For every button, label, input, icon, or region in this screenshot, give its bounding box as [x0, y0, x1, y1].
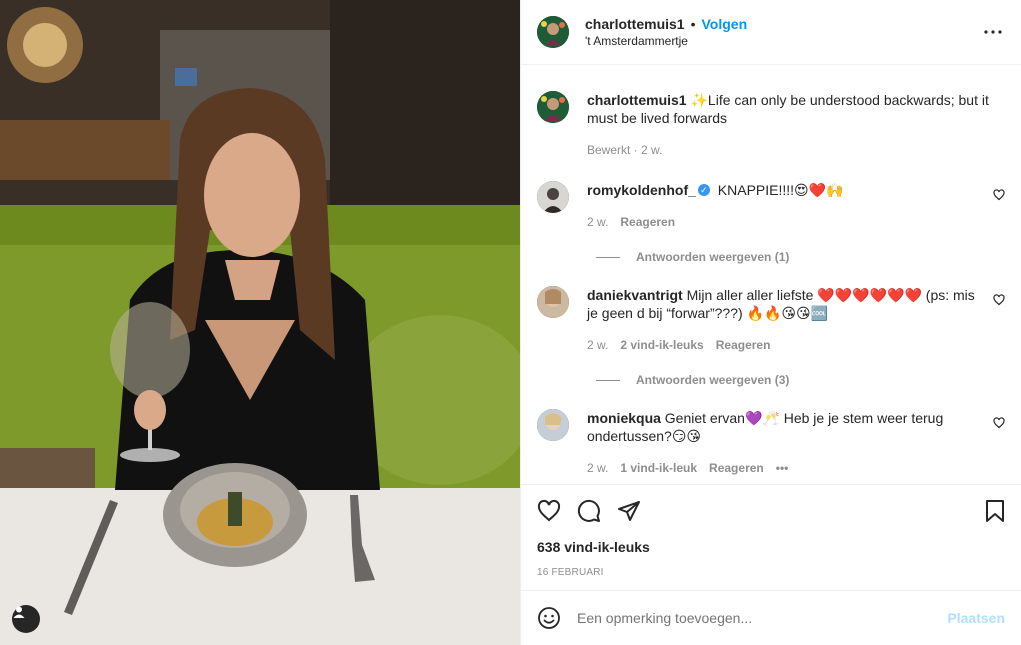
- comment-input[interactable]: [577, 610, 948, 626]
- caption: charlottemuis1 ✨Life can only be underst…: [537, 91, 1005, 159]
- comment-item: moniekqua Geniet ervan💜🥂 Heb je je stem …: [537, 409, 1005, 477]
- comment-text: KNAPPIE!!!!😍❤️🙌: [717, 182, 844, 198]
- comment-time[interactable]: 2 w.: [587, 336, 608, 354]
- comment-icon[interactable]: [577, 491, 617, 531]
- caption-meta: Bewerkt · 2 w.: [587, 143, 663, 157]
- comment-username[interactable]: daniekvantrigt: [587, 287, 683, 303]
- post-header: charlottemuis1 • Volgen 't Amsterdammert…: [521, 0, 1021, 65]
- location-link[interactable]: 't Amsterdammertje: [585, 34, 981, 48]
- view-replies-label: Antwoorden weergeven (3): [636, 373, 790, 387]
- view-replies-label: Antwoorden weergeven (1): [636, 250, 790, 264]
- caption-username[interactable]: charlottemuis1: [587, 92, 687, 108]
- bookmark-icon[interactable]: [965, 491, 1005, 531]
- author-avatar[interactable]: [537, 16, 569, 48]
- comment-time[interactable]: 2 w.: [587, 459, 608, 477]
- view-replies-button[interactable]: Antwoorden weergeven (3): [596, 373, 1005, 387]
- post-actions: 638 vind-ik-leuks 16 FEBRUARI: [521, 484, 1021, 578]
- post-photo[interactable]: [0, 0, 520, 645]
- follow-button[interactable]: Volgen: [702, 16, 748, 32]
- comment-item: romykoldenhof_ ✓ KNAPPIE!!!!😍❤️🙌 2 w. Rea…: [537, 181, 1005, 231]
- heart-icon[interactable]: [537, 491, 577, 531]
- paper-plane-icon[interactable]: [617, 491, 657, 531]
- author-avatar[interactable]: [537, 91, 569, 123]
- comment-likes[interactable]: 1 vind-ik-leuk: [620, 459, 697, 477]
- more-icon[interactable]: [981, 20, 1005, 44]
- likes-count[interactable]: 638 vind-ik-leuks: [537, 539, 1005, 555]
- commenter-avatar[interactable]: [537, 286, 569, 318]
- verified-badge-icon: ✓: [697, 184, 710, 197]
- replies-divider: [596, 256, 620, 258]
- user-tag-icon[interactable]: [12, 605, 40, 633]
- comment-item: daniekvantrigt Mijn aller aller liefste …: [537, 286, 1005, 354]
- post-image: [0, 0, 520, 645]
- emoji-icon[interactable]: [537, 606, 561, 630]
- comments-list[interactable]: charlottemuis1 ✨Life can only be underst…: [521, 66, 1021, 483]
- replies-divider: [596, 379, 620, 381]
- commenter-avatar[interactable]: [537, 181, 569, 213]
- comment-likes[interactable]: 2 vind-ik-leuks: [620, 336, 703, 354]
- reply-button[interactable]: Reageren: [709, 459, 764, 477]
- author-username[interactable]: charlottemuis1: [585, 16, 685, 32]
- commenter-avatar[interactable]: [537, 409, 569, 441]
- post-comment-button[interactable]: Plaatsen: [947, 610, 1005, 626]
- reply-button[interactable]: Reageren: [620, 213, 675, 231]
- comment-more-icon[interactable]: •••: [776, 459, 789, 477]
- post-date[interactable]: 16 FEBRUARI: [537, 567, 1005, 578]
- comment-like-icon[interactable]: [993, 294, 1005, 306]
- comment-like-icon[interactable]: [993, 189, 1005, 201]
- reply-button[interactable]: Reageren: [716, 336, 771, 354]
- post-panel: charlottemuis1 • Volgen 't Amsterdammert…: [520, 0, 1021, 645]
- comment-username[interactable]: moniekqua: [587, 410, 661, 426]
- separator-dot: •: [690, 16, 696, 32]
- comment-time[interactable]: 2 w.: [587, 213, 608, 231]
- add-comment-bar: Plaatsen: [521, 590, 1021, 645]
- comment-like-icon[interactable]: [993, 417, 1005, 429]
- comment-username[interactable]: romykoldenhof_: [587, 182, 696, 198]
- view-replies-button[interactable]: Antwoorden weergeven (1): [596, 250, 1005, 264]
